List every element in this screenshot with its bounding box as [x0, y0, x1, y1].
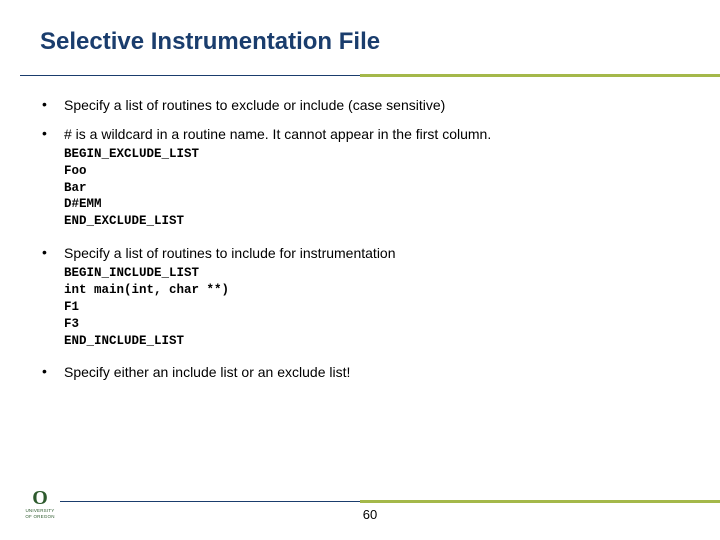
- bullet-text: Specify a list of routines to include fo…: [64, 244, 680, 263]
- bullet-text: # is a wildcard in a routine name. It ca…: [64, 125, 680, 144]
- code-include-list: BEGIN_INCLUDE_LIST int main(int, char **…: [64, 265, 680, 349]
- title-divider: [40, 74, 680, 78]
- logo-line2: OF OREGON: [20, 515, 60, 520]
- bullet-item: • Specify a list of routines to include …: [40, 244, 680, 263]
- university-logo: O UNIVERSITY OF OREGON: [20, 488, 60, 520]
- bullet-item: • Specify either an include list or an e…: [40, 363, 680, 382]
- footer: O UNIVERSITY OF OREGON 60: [20, 500, 720, 522]
- bullet-text: Specify a list of routines to exclude or…: [64, 96, 680, 115]
- slide-content: • Specify a list of routines to exclude …: [40, 96, 680, 382]
- bullet-icon: •: [40, 125, 64, 144]
- bullet-icon: •: [40, 244, 64, 263]
- bullet-item: • Specify a list of routines to exclude …: [40, 96, 680, 115]
- logo-mark: O: [20, 488, 60, 508]
- code-exclude-list: BEGIN_EXCLUDE_LIST Foo Bar D#EMM END_EXC…: [64, 146, 680, 230]
- bullet-icon: •: [40, 363, 64, 382]
- bullet-text: Specify either an include list or an exc…: [64, 363, 680, 382]
- page-number: 60: [20, 507, 720, 522]
- bullet-icon: •: [40, 96, 64, 115]
- slide-title: Selective Instrumentation File: [40, 28, 680, 56]
- slide: Selective Instrumentation File • Specify…: [0, 0, 720, 540]
- footer-divider: [20, 500, 720, 503]
- bullet-item: • # is a wildcard in a routine name. It …: [40, 125, 680, 144]
